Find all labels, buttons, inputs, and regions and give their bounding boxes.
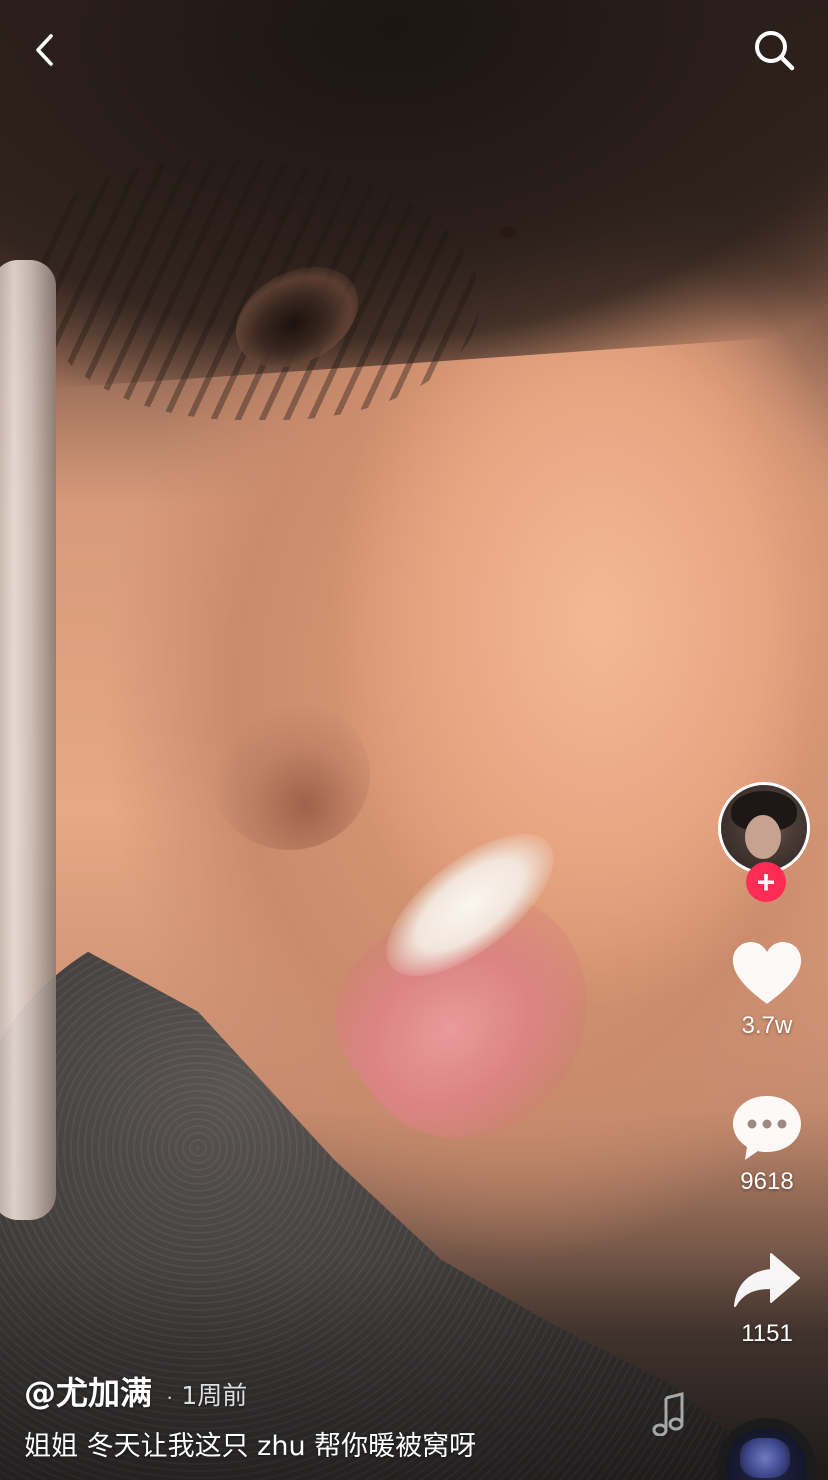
post-time: 1周前 bbox=[181, 1381, 248, 1410]
share-count: 1151 bbox=[741, 1320, 793, 1347]
video-nose-shadow bbox=[210, 700, 370, 850]
plus-icon: + bbox=[756, 864, 776, 900]
video-player[interactable] bbox=[0, 0, 828, 1480]
search-button[interactable] bbox=[746, 22, 802, 78]
chevron-left-icon bbox=[36, 34, 53, 66]
post-caption[interactable]: 姐姐 冬天让我这只 zhu 帮你暖被窝呀 bbox=[24, 1424, 684, 1463]
music-disc-cover bbox=[740, 1438, 790, 1478]
comment-button[interactable]: 9618 bbox=[718, 1094, 816, 1196]
author-name[interactable]: @尤加满 bbox=[24, 1368, 152, 1414]
author-avatar-group: + bbox=[718, 782, 816, 902]
follow-button[interactable]: + bbox=[746, 862, 786, 902]
comment-count: 9618 bbox=[740, 1168, 794, 1195]
search-icon bbox=[755, 31, 795, 71]
like-count: 3.7w bbox=[741, 1012, 793, 1039]
author-avatar[interactable] bbox=[718, 782, 810, 874]
video-phone-edge bbox=[0, 260, 56, 1220]
meta-separator: · bbox=[166, 1384, 174, 1409]
share-button[interactable]: 1151 bbox=[718, 1250, 816, 1348]
share-arrow-icon bbox=[734, 1253, 800, 1307]
video-feed-screen: + 3.7w 9618 1151 @尤加满 · 1周前 姐姐 冬天让我这只 zh… bbox=[0, 0, 828, 1480]
post-meta: @尤加满 · 1周前 bbox=[24, 1368, 247, 1414]
like-button[interactable]: 3.7w bbox=[718, 940, 816, 1040]
back-button[interactable] bbox=[18, 22, 74, 78]
avatar-face bbox=[745, 815, 781, 859]
comment-bubble-icon bbox=[733, 1096, 801, 1160]
heart-icon bbox=[732, 942, 802, 1004]
video-mole-mark bbox=[500, 226, 516, 238]
